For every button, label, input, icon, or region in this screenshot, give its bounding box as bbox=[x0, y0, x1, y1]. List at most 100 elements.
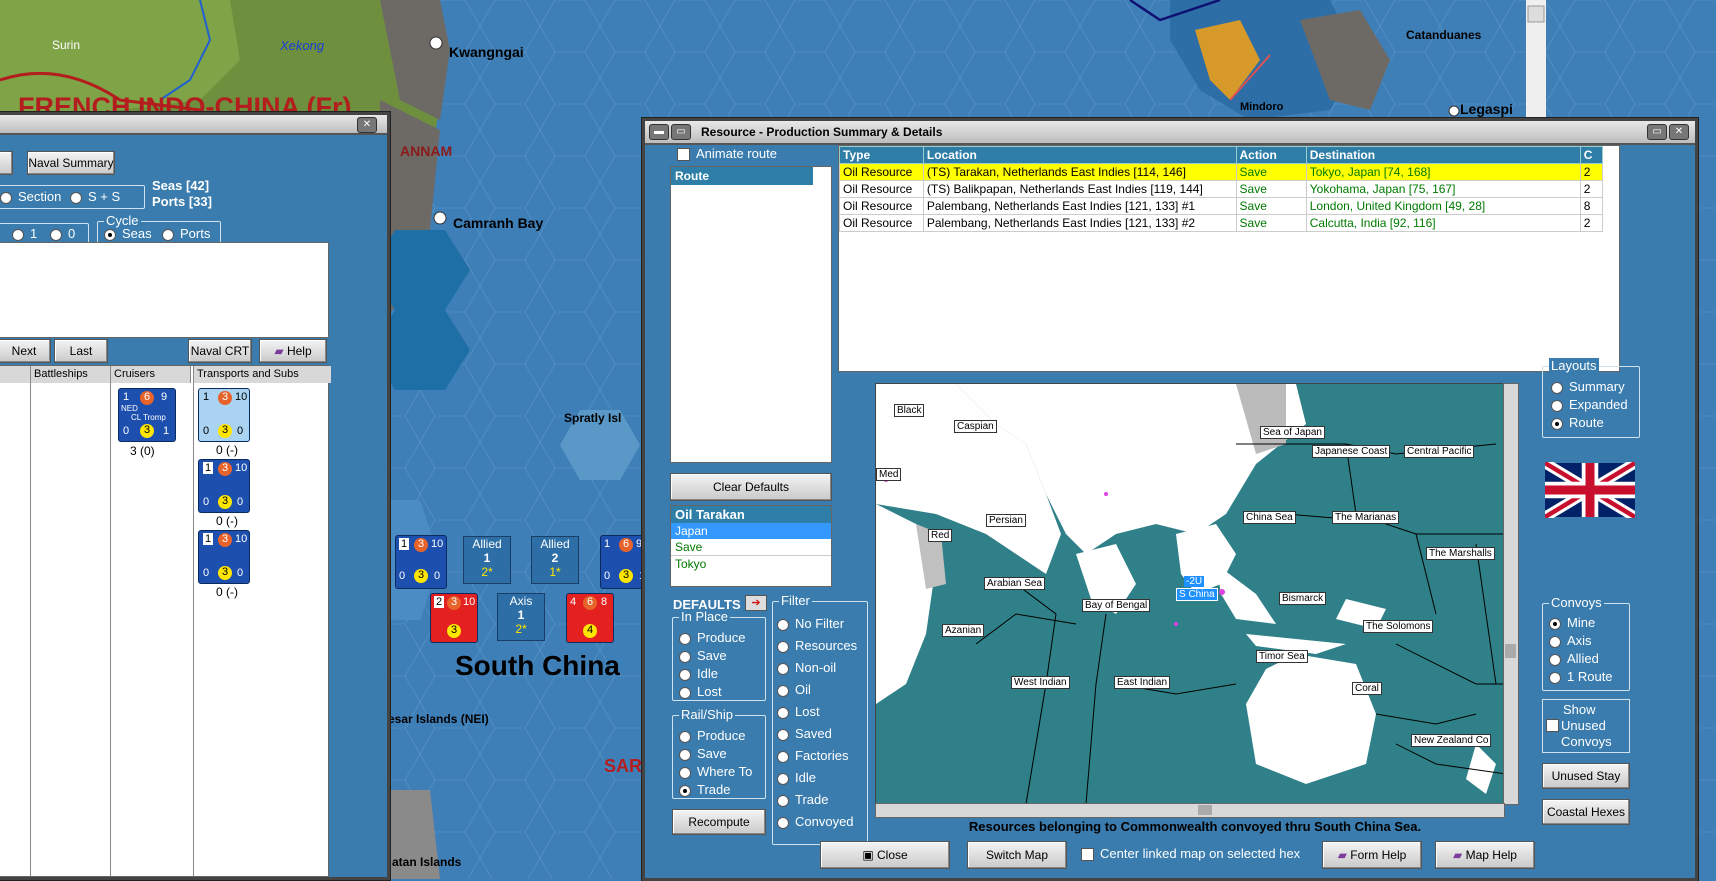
scroll-thumb[interactable] bbox=[1198, 805, 1212, 815]
in-place-lost[interactable]: Lost bbox=[679, 684, 722, 699]
restore-icon[interactable]: ▭ bbox=[671, 124, 691, 140]
convoys-mine[interactable]: Mine bbox=[1549, 615, 1595, 630]
stack-axis-1[interactable]: Axis 1 2* bbox=[497, 593, 545, 641]
filter-factories[interactable]: Factories bbox=[777, 748, 848, 763]
filter-lost[interactable]: Lost bbox=[777, 704, 820, 719]
rail-save[interactable]: Save bbox=[679, 746, 727, 761]
col-header-cruisers: Cruisers bbox=[111, 366, 191, 383]
restore-right-icon[interactable]: ▭ bbox=[1647, 124, 1667, 140]
convoys-1-route[interactable]: 1 Route bbox=[1549, 669, 1613, 684]
col-destination[interactable]: Destination bbox=[1305, 146, 1581, 164]
help-label: Help bbox=[286, 344, 312, 358]
option-1-radio[interactable]: 1 bbox=[12, 226, 37, 241]
rail-produce[interactable]: Produce bbox=[679, 728, 745, 743]
close-button[interactable]: ▣ Close bbox=[820, 841, 950, 869]
cycle-seas-radio[interactable]: Seas bbox=[104, 226, 152, 241]
unused-stay-button[interactable]: Unused Stay bbox=[1542, 763, 1630, 789]
close-icon[interactable]: ✕ bbox=[1669, 124, 1689, 140]
filter-trade[interactable]: Trade bbox=[777, 792, 828, 807]
stack-allied-2[interactable]: Allied 2 1* bbox=[531, 536, 579, 584]
minimap-vscroll[interactable] bbox=[1503, 383, 1519, 805]
radio-icon bbox=[777, 772, 789, 785]
map-label-batan: atan Islands bbox=[392, 855, 462, 869]
in-place-produce[interactable]: Produce bbox=[679, 630, 745, 645]
radio-icon bbox=[777, 706, 789, 719]
radio-icon bbox=[679, 748, 691, 761]
transport-counter-2[interactable]: 1 3 10 0 3 0 bbox=[198, 459, 250, 513]
rail-where-to[interactable]: Where To bbox=[679, 764, 752, 779]
naval-left-button[interactable] bbox=[0, 151, 13, 175]
naval-summary-button[interactable]: Naval Summary bbox=[27, 151, 115, 175]
center-linked-checkbox[interactable]: Center linked map on selected hex bbox=[1081, 846, 1300, 862]
rail-trade-label: Trade bbox=[697, 782, 731, 797]
world-minimap[interactable]: Black Caspian Med Red Persian Arabian Se… bbox=[875, 383, 1507, 805]
checkbox-icon bbox=[677, 148, 690, 162]
table-row[interactable]: Oil Resource Palembang, Netherlands East… bbox=[839, 214, 1604, 232]
convoys-allied[interactable]: Allied bbox=[1549, 651, 1599, 666]
naval-titlebar[interactable]: ✕ bbox=[0, 115, 387, 135]
minimap-hscroll[interactable] bbox=[875, 803, 1505, 818]
cycle-ports-radio[interactable]: Ports bbox=[162, 226, 210, 241]
counter-axis-ship-2[interactable]: 4 6 8 4 bbox=[566, 593, 614, 643]
convoys-axis[interactable]: Axis bbox=[1549, 633, 1592, 648]
transport-count-1: 0 (-) bbox=[216, 443, 238, 457]
map-help-button[interactable]: ▰ Map Help bbox=[1435, 841, 1535, 869]
filter-oil[interactable]: Oil bbox=[777, 682, 811, 697]
filter-resources[interactable]: Resources bbox=[777, 638, 857, 653]
section-radio[interactable]: Section bbox=[0, 189, 61, 204]
col-location[interactable]: Location bbox=[922, 146, 1237, 164]
radio-icon bbox=[777, 618, 789, 631]
resource-titlebar[interactable]: ▬ ▭ Resource - Production Summary & Deta… bbox=[645, 121, 1695, 145]
in-place-idle[interactable]: Idle bbox=[679, 666, 718, 681]
last-button[interactable]: Last bbox=[54, 339, 108, 363]
counter-axis-ship-1[interactable]: 2 3 10 3 bbox=[430, 593, 478, 643]
filter-idle[interactable]: Idle bbox=[777, 770, 816, 785]
layout-summary[interactable]: Summary bbox=[1551, 379, 1625, 394]
s-s-radio[interactable]: S + S bbox=[70, 189, 120, 204]
col-c[interactable]: C bbox=[1579, 146, 1604, 164]
show-unused-convoys[interactable]: Show ✓ Unused Convoys bbox=[1542, 699, 1630, 753]
in-place-save[interactable]: Save bbox=[679, 648, 727, 663]
col-action[interactable]: Action bbox=[1235, 146, 1307, 164]
counter-cl-tromp-map[interactable]: 1 3 10 0 3 0 bbox=[395, 535, 447, 589]
radio-icon bbox=[777, 816, 789, 829]
naval-crt-button[interactable]: Naval CRT bbox=[188, 339, 252, 363]
close-icon[interactable]: ✕ bbox=[357, 117, 377, 133]
scroll-thumb[interactable] bbox=[1505, 644, 1516, 658]
defaults-arrow-icon[interactable]: ➔ bbox=[745, 595, 767, 611]
stack-allied-1[interactable]: Allied 1 2* bbox=[463, 536, 511, 584]
layout-expanded[interactable]: Expanded bbox=[1551, 397, 1628, 412]
minimize-icon[interactable]: ▬ bbox=[649, 124, 669, 140]
cycle-seas-label: Seas bbox=[122, 226, 152, 241]
table-row[interactable]: Oil Resource (TS) Balikpapan, Netherland… bbox=[839, 180, 1604, 198]
detail-line-country[interactable]: Japan bbox=[671, 523, 831, 539]
filter-saved[interactable]: Saved bbox=[777, 726, 832, 741]
section-label: Section bbox=[18, 189, 62, 204]
transport-counter-3[interactable]: 1 3 10 0 3 0 bbox=[198, 530, 250, 584]
switch-map-button[interactable]: Switch Map bbox=[967, 841, 1067, 869]
checkbox-icon[interactable]: ✓ bbox=[1546, 719, 1559, 732]
next-button[interactable]: Next bbox=[0, 339, 51, 363]
animate-route-checkbox[interactable]: Animate route bbox=[677, 146, 777, 162]
rail-trade[interactable]: Trade bbox=[679, 782, 730, 797]
form-help-button[interactable]: ▰ Form Help bbox=[1322, 841, 1422, 869]
option-0-radio[interactable]: 0 bbox=[50, 226, 75, 241]
coastal-hexes-button[interactable]: Coastal Hexes bbox=[1542, 799, 1630, 825]
minimap-marker[interactable]: S China bbox=[1176, 588, 1218, 601]
cruiser-counter[interactable]: 1 6 9 NED CL Tromp 0 3 1 bbox=[118, 388, 176, 442]
table-row[interactable]: Oil Resource Palembang, Netherlands East… bbox=[839, 197, 1604, 215]
col-header-transports: Transports and Subs bbox=[194, 366, 331, 383]
col-type[interactable]: Type bbox=[839, 146, 924, 164]
filter-non-oil[interactable]: Non-oil bbox=[777, 660, 836, 675]
naval-list-box[interactable] bbox=[0, 242, 329, 338]
filter-no-filter[interactable]: No Filter bbox=[777, 616, 844, 631]
clear-defaults-button[interactable]: Clear Defaults bbox=[670, 473, 832, 501]
help-button[interactable]: ▰ Help bbox=[259, 339, 327, 363]
recompute-button[interactable]: Recompute bbox=[672, 809, 766, 835]
filter-convoyed[interactable]: Convoyed bbox=[777, 814, 854, 829]
radio-icon bbox=[679, 632, 691, 645]
route-list[interactable]: Route bbox=[670, 166, 832, 463]
table-row[interactable]: Oil Resource (TS) Tarakan, Netherlands E… bbox=[839, 163, 1604, 181]
layout-route[interactable]: Route bbox=[1551, 415, 1604, 430]
transport-counter-1[interactable]: 1 3 10 0 3 0 bbox=[198, 388, 250, 442]
